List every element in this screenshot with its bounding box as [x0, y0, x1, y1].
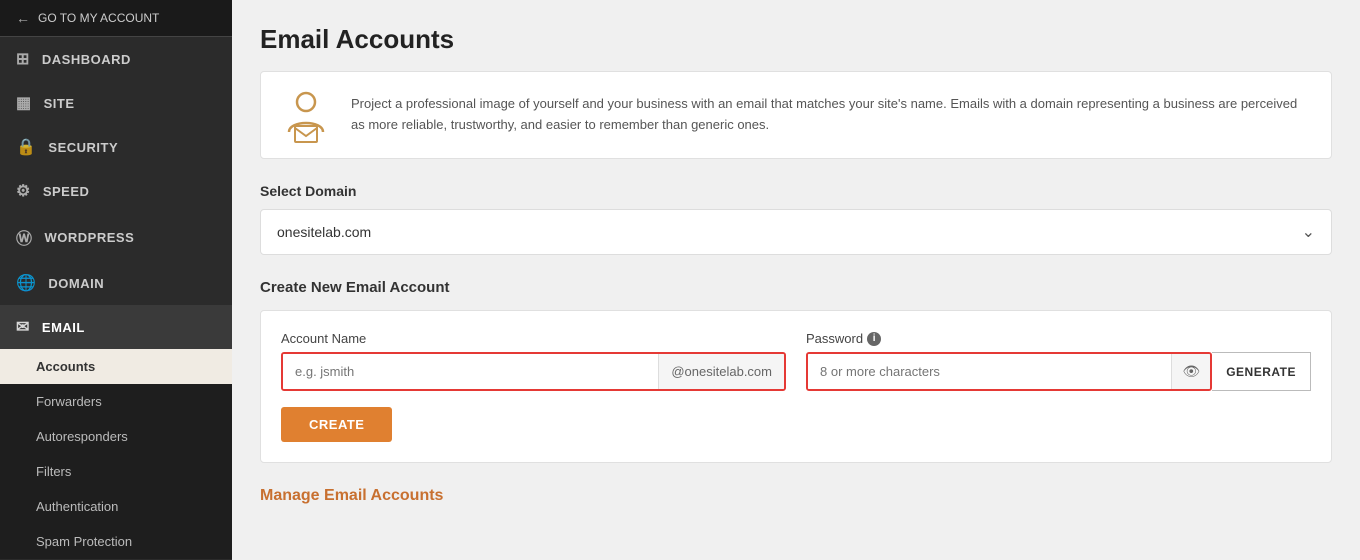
sidebar-item-autoresponders[interactable]: Autoresponders — [0, 419, 232, 454]
sidebar-nav-item-wordpress[interactable]: Ⓦ WORDPRESS — [0, 213, 232, 261]
domain-select[interactable]: onesitelab.com ⌄ — [260, 209, 1332, 255]
page-title: Email Accounts — [260, 24, 1332, 55]
account-name-input[interactable] — [283, 354, 658, 389]
dashboard-icon: ⊞ — [16, 49, 30, 69]
back-arrow-icon: ← — [16, 10, 30, 26]
password-field-row: 👁 GENERATE — [806, 352, 1311, 391]
password-info-icon: i — [867, 332, 881, 346]
sidebar-nav-item-email[interactable]: ✉ EMAIL — [0, 305, 232, 349]
domain-suffix: @onesitelab.com — [658, 354, 784, 389]
sidebar-item-accounts[interactable]: Accounts — [0, 349, 232, 384]
sidebar-nav-item-security[interactable]: 🔒 SECURITY — [0, 125, 232, 169]
password-group: Password i 👁 GENERATE — [806, 331, 1311, 391]
create-form-card: Account Name @onesitelab.com Password i … — [260, 310, 1332, 463]
site-icon: ▦ — [16, 93, 32, 113]
main-content: Email Accounts Project a professional im… — [232, 0, 1360, 560]
sidebar-item-forwarders[interactable]: Forwarders — [0, 384, 232, 419]
account-name-group: Account Name @onesitelab.com — [281, 331, 786, 391]
create-section-title: Create New Email Account — [260, 279, 1332, 296]
sidebar-nav-item-domain[interactable]: 🌐 DOMAIN — [0, 261, 232, 305]
generate-password-button[interactable]: GENERATE — [1212, 352, 1311, 391]
chevron-down-icon: ⌄ — [1302, 222, 1315, 242]
sidebar-nav-item-dashboard[interactable]: ⊞ DASHBOARD — [0, 37, 232, 81]
sidebar: ← GO TO MY ACCOUNT ⊞ DASHBOARD ▦ SITE 🔒 … — [0, 0, 232, 560]
wordpress-icon: Ⓦ — [16, 225, 33, 249]
sidebar-nav-item-speed[interactable]: ⚙ SPEED — [0, 169, 232, 213]
domain-icon: 🌐 — [16, 273, 36, 293]
go-to-account-link[interactable]: ← GO TO MY ACCOUNT — [0, 0, 232, 37]
info-banner-text: Project a professional image of yourself… — [351, 94, 1311, 136]
form-row: Account Name @onesitelab.com Password i … — [281, 331, 1311, 391]
email-person-icon — [281, 90, 331, 140]
speed-icon: ⚙ — [16, 181, 31, 201]
info-banner: Project a professional image of yourself… — [260, 71, 1332, 159]
account-name-label: Account Name — [281, 331, 786, 346]
go-to-account-label: GO TO MY ACCOUNT — [38, 11, 159, 25]
sidebar-item-spam-protection[interactable]: Spam Protection — [0, 524, 232, 559]
password-input[interactable] — [808, 354, 1171, 389]
password-label: Password i — [806, 331, 1311, 346]
create-account-button[interactable]: CREATE — [281, 407, 392, 442]
security-icon: 🔒 — [16, 137, 36, 157]
sidebar-item-authentication[interactable]: Authentication — [0, 489, 232, 524]
sidebar-item-filters[interactable]: Filters — [0, 454, 232, 489]
manage-section-title: Manage Email Accounts — [260, 487, 1332, 505]
select-domain-label: Select Domain — [260, 183, 1332, 199]
domain-select-value: onesitelab.com — [277, 224, 371, 240]
email-sub-menu: Accounts Forwarders Autoresponders Filte… — [0, 349, 232, 559]
email-icon: ✉ — [16, 317, 30, 337]
password-input-wrapper: 👁 — [806, 352, 1212, 391]
account-input-wrapper: @onesitelab.com — [281, 352, 786, 391]
password-toggle-visibility-button[interactable]: 👁 — [1171, 354, 1210, 389]
sidebar-nav-item-site[interactable]: ▦ SITE — [0, 81, 232, 125]
